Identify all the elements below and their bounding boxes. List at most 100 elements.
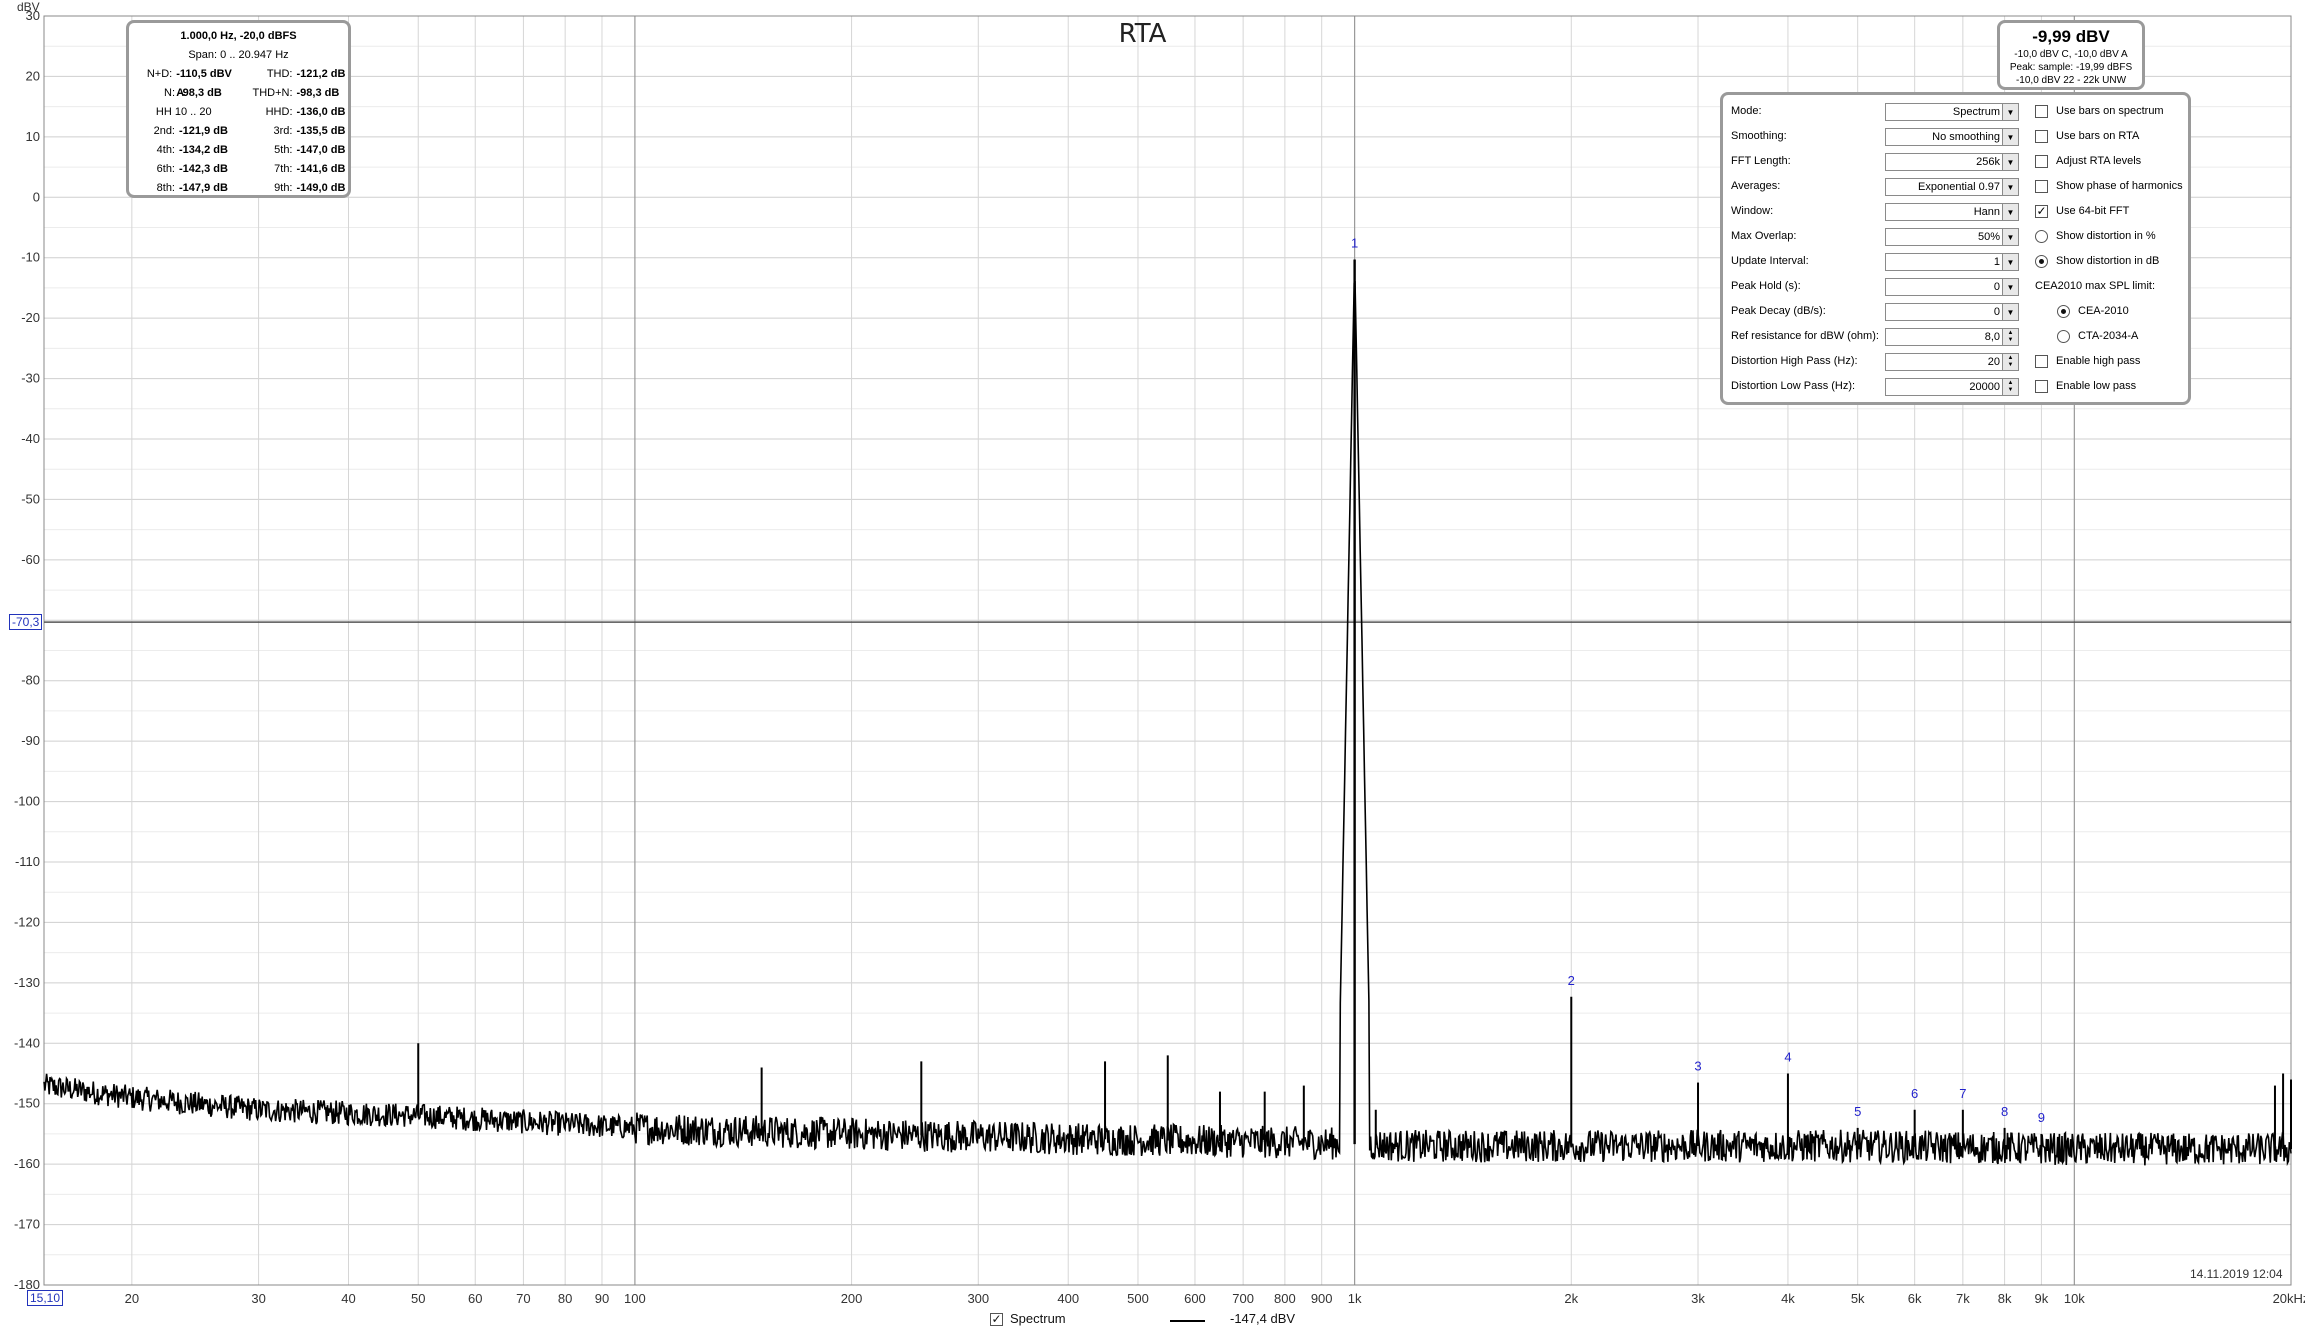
smoothing-label: Smoothing: (1731, 130, 1787, 142)
peak-hold-label: Peak Hold (s): (1731, 280, 1801, 292)
peak-decay-label: Peak Decay (dB/s): (1731, 305, 1826, 317)
chevron-down-icon[interactable]: ▼ (2002, 279, 2018, 295)
dist-high-pass-spinner[interactable]: 20 ▲ ▼ (1885, 353, 2019, 371)
level-line1: -10,0 dBV C, -10,0 dBV A (2014, 49, 2128, 60)
x-tick-label: 200 (841, 1291, 863, 1306)
dist-row: 2nd: -121,9 dB 3rd: -135,5 dB (129, 122, 348, 141)
spectrum-series-line (43, 280, 2292, 1167)
mode-select[interactable]: Spectrum ▼ (1885, 103, 2019, 121)
cea-2010-radio[interactable] (2057, 305, 2070, 318)
chevron-down-icon[interactable]: ▼ (2002, 104, 2018, 120)
dist-value: -110,5 dBV A (176, 68, 232, 99)
cta-2034-radio[interactable] (2057, 330, 2070, 343)
window-label: Window: (1731, 205, 1774, 217)
fft-length-value: 256k (1976, 156, 2000, 168)
y-tick-label: -120 (14, 914, 40, 929)
x-tick-label: 5k (1851, 1291, 1865, 1306)
dist-high-pass-value: 20 (1987, 356, 2000, 368)
update-interval-label: Update Interval: (1731, 255, 1809, 267)
chevron-down-icon[interactable]: ▼ (2002, 229, 2018, 245)
show-dist-db-radio[interactable] (2035, 255, 2048, 268)
dist-label: N+D: (146, 68, 173, 80)
dist-value: -142,3 dB (179, 163, 228, 175)
use-64bit-checkbox[interactable]: ✓ (2035, 205, 2048, 218)
row-max-overlap: Max Overlap: 50% ▼ Show distortion in % (1723, 225, 2188, 250)
smoothing-select[interactable]: No smoothing ▼ (1885, 128, 2019, 146)
row-ref-resistance: Ref resistance for dBW (ohm): 8,0 ▲ ▼ CTA-… (1723, 325, 2188, 350)
x-tick-label: 30 (251, 1291, 265, 1306)
use-bars-spectrum-checkbox[interactable] (2035, 105, 2048, 118)
use-bars-rta-label: Use bars on RTA (2056, 130, 2140, 142)
dist-value: -135,5 dB (296, 125, 346, 137)
chevron-down-icon[interactable]: ▼ (2002, 129, 2018, 145)
y-tick-label: -110 (15, 854, 40, 869)
x-tick-label: 100 (624, 1291, 646, 1306)
dist-header: 1.000,0 Hz, -20,0 dBFS (180, 30, 297, 42)
max-overlap-select[interactable]: 50% ▼ (1885, 228, 2019, 246)
harmonic-marker-label: 8 (2001, 1104, 2008, 1119)
dist-row: HH 10 .. 20 HHD: -136,0 dB (129, 103, 348, 122)
spinner-arrows-icon[interactable]: ▲ ▼ (2002, 354, 2018, 370)
dist-low-pass-value: 20000 (1969, 381, 2000, 393)
peak-hold-select[interactable]: 0 ▼ (1885, 278, 2019, 296)
peak-decay-select[interactable]: 0 ▼ (1885, 303, 2019, 321)
dist-value: -134,2 dB (179, 144, 228, 156)
use-bars-rta-checkbox[interactable] (2035, 130, 2048, 143)
dist-label: HH 10 .. 20 (155, 106, 212, 118)
x-tick-label: 9k (2035, 1291, 2049, 1306)
x-tick-label: 800 (1274, 1291, 1296, 1306)
chevron-down-icon[interactable]: ▼ (2002, 204, 2018, 220)
mode-label: Mode: (1731, 105, 1762, 117)
x-tick-label: 20 (125, 1291, 139, 1306)
level-line2: Peak: sample: -19,99 dBFS (2009, 62, 2133, 73)
dist-label: 7th: (274, 163, 293, 175)
spinner-arrows-icon[interactable]: ▲ ▼ (2002, 379, 2018, 395)
x-tick-label: 60 (468, 1291, 482, 1306)
ref-resistance-spinner[interactable]: 8,0 ▲ ▼ (1885, 328, 2019, 346)
enable-high-pass-checkbox[interactable] (2035, 355, 2048, 368)
x-tick-label: 80 (558, 1291, 572, 1306)
update-interval-value: 1 (1993, 256, 2000, 268)
y-tick-label: -170 (14, 1217, 40, 1232)
y-tick-label: -150 (14, 1096, 40, 1111)
dist-label: 5th: (274, 144, 293, 156)
window-select[interactable]: Hann ▼ (1885, 203, 2019, 221)
x-tick-label: 50 (411, 1291, 425, 1306)
dist-row: N+D: -110,5 dBV A THD: -121,2 dB (129, 65, 348, 99)
dist-low-pass-spinner[interactable]: 20000 ▲ ▼ (1885, 378, 2019, 396)
averages-label: Averages: (1731, 180, 1781, 192)
show-phase-checkbox[interactable] (2035, 180, 2048, 193)
max-overlap-label: Max Overlap: (1731, 230, 1797, 242)
dist-cell: N: -98,3 dB (129, 84, 239, 103)
show-dist-pct-radio[interactable] (2035, 230, 2048, 243)
cursor-y-readout[interactable]: -70,3 (9, 614, 43, 630)
chevron-down-icon[interactable]: ▼ (2002, 154, 2018, 170)
dist-label: HHD: (265, 106, 293, 118)
dist-cell: 5th: -147,0 dB (239, 141, 349, 160)
legend-spectrum-checkbox[interactable]: ✓ (990, 1313, 1003, 1326)
dist-label: THD+N: (252, 87, 293, 99)
averages-select[interactable]: Exponential 0.97 ▼ (1885, 178, 2019, 196)
dist-value: -121,2 dB (296, 68, 346, 80)
dist-span: Span: 0 .. 20.947 Hz (188, 49, 289, 61)
dist-cell: 9th: -149,0 dB (239, 179, 349, 198)
chevron-down-icon[interactable]: ▼ (2002, 179, 2018, 195)
adjust-rta-checkbox[interactable] (2035, 155, 2048, 168)
enable-low-pass-checkbox[interactable] (2035, 380, 2048, 393)
spinner-arrows-icon[interactable]: ▲ ▼ (2002, 329, 2018, 345)
update-interval-select[interactable]: 1 ▼ (1885, 253, 2019, 271)
row-dist-low-pass: Distortion Low Pass (Hz): 20000 ▲ ▼ Enable… (1723, 375, 2188, 400)
chevron-down-icon[interactable]: ▼ (2002, 304, 2018, 320)
y-tick-label: -60 (21, 552, 40, 567)
enable-high-pass-label: Enable high pass (2056, 355, 2141, 367)
fft-length-select[interactable]: 256k ▼ (1885, 153, 2019, 171)
enable-low-pass-label: Enable low pass (2056, 380, 2137, 392)
chevron-down-icon[interactable]: ▼ (2002, 254, 2018, 270)
x-tick-label: 20kHz (2273, 1291, 2305, 1306)
dist-value: -98,3 dB (296, 87, 340, 99)
dist-cell: HHD: -136,0 dB (239, 103, 349, 122)
cursor-x-readout[interactable]: 15,10 (27, 1290, 64, 1306)
level-main: -9,99 dBV (2032, 27, 2110, 46)
y-tick-label: -30 (21, 371, 40, 386)
dist-value: -121,9 dB (179, 125, 228, 137)
